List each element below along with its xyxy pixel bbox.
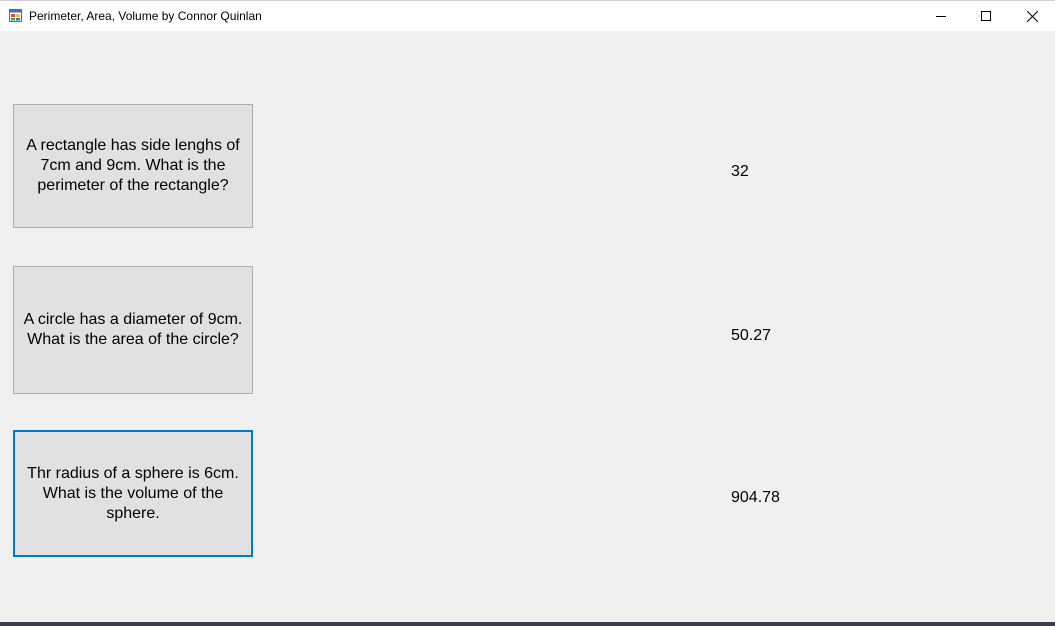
app-window: Perimeter, Area, Volume by Connor Quinla… [0,0,1055,622]
question-label: A rectangle has side lenghs of 7cm and 9… [26,137,240,194]
question-label: A circle has a diameter of 9cm. What is … [23,311,243,348]
sphere-volume-button[interactable]: Thr radius of a sphere is 6cm. What is t… [13,430,253,557]
maximize-icon [981,11,991,21]
perimeter-answer-label: 32 [731,163,749,180]
title-bar[interactable]: Perimeter, Area, Volume by Connor Quinla… [0,1,1055,31]
question-label: Thr radius of a sphere is 6cm. What is t… [27,464,239,522]
taskbar-edge [690,620,800,626]
close-icon [1026,10,1038,22]
minimize-icon [936,16,946,17]
winforms-app-icon[interactable] [9,9,22,22]
close-button[interactable] [1009,1,1055,31]
maximize-button[interactable] [963,1,1009,31]
volume-answer-label: 904.78 [731,489,780,506]
minimize-button[interactable] [918,1,964,31]
rectangle-perimeter-button[interactable]: A rectangle has side lenghs of 7cm and 9… [13,104,253,228]
window-title: Perimeter, Area, Volume by Connor Quinla… [29,9,262,23]
circle-area-button[interactable]: A circle has a diameter of 9cm. What is … [13,266,253,394]
form-client-area: A rectangle has side lenghs of 7cm and 9… [0,31,1055,623]
area-answer-label: 50.27 [731,327,772,344]
